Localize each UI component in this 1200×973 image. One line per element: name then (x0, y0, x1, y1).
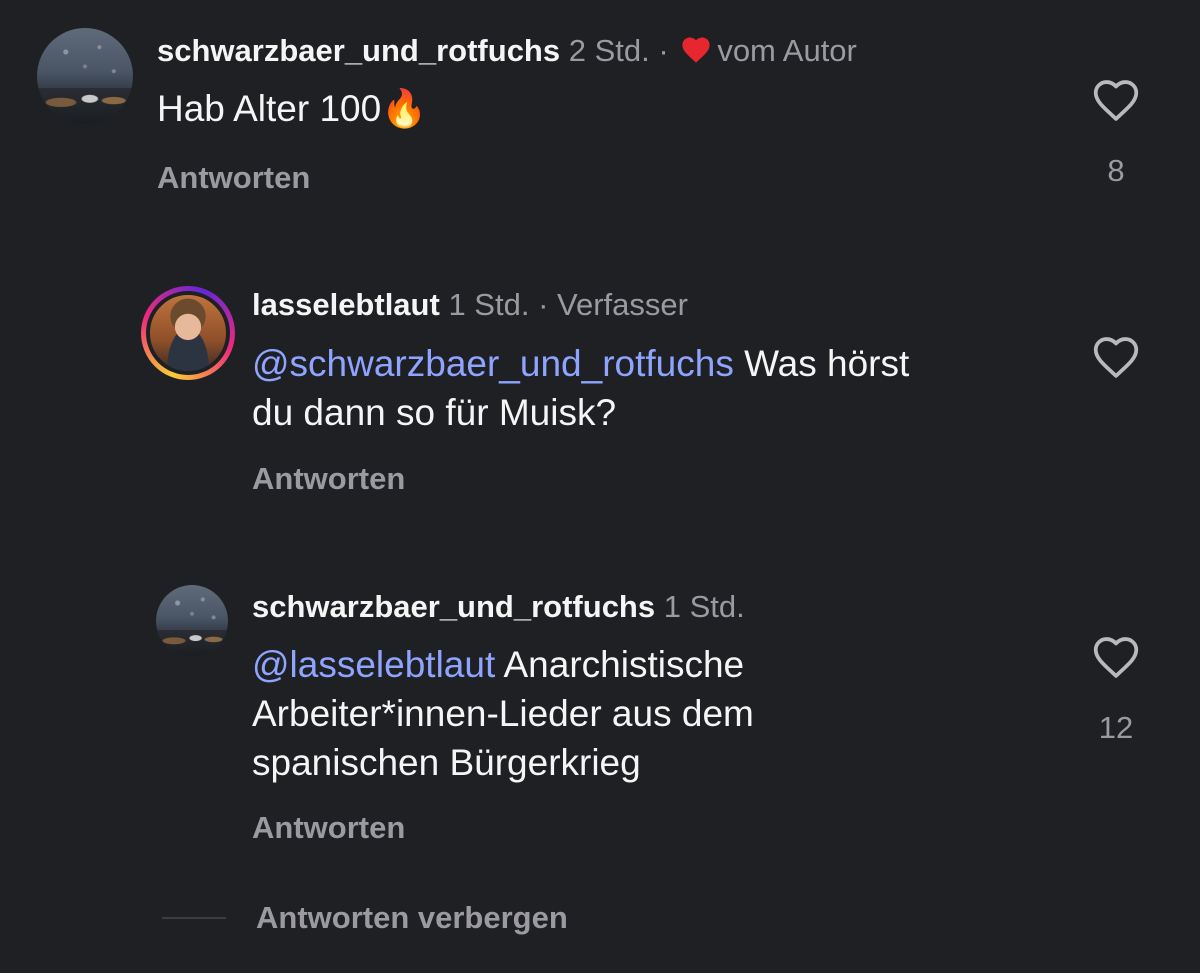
heart-filled-icon (679, 34, 713, 72)
divider (162, 917, 226, 919)
username[interactable]: schwarzbaer_und_rotfuchs (252, 589, 655, 624)
like-column: 12 (1086, 633, 1146, 746)
comment-header: lasselebtlaut 1 Std. · Verfasser (252, 287, 688, 323)
comment-text-line: Arbeiter*innen-Lieder aus dem (252, 693, 754, 734)
avatar[interactable] (141, 286, 235, 380)
comment-thread: schwarzbaer_und_rotfuchs 2 Std. · vom Au… (0, 0, 1200, 973)
like-column: 8 (1086, 76, 1146, 189)
avatar[interactable] (156, 585, 228, 657)
comment-text-content: Hab Alter 100 (157, 88, 382, 129)
fire-emoji: 🔥 (381, 88, 428, 129)
timestamp: 1 Std. (663, 589, 745, 624)
comment-header: schwarzbaer_und_rotfuchs 2 Std. · vom Au… (157, 33, 857, 72)
hide-replies-label[interactable]: Antworten verbergen (256, 900, 568, 936)
separator: · (538, 287, 549, 322)
mention-link[interactable]: @lasselebtlaut (252, 644, 495, 685)
comment-text: @schwarzbaer_und_rotfuchs Was hörst du d… (252, 339, 1052, 437)
comment-text-line: spanischen Bürgerkrieg (252, 742, 641, 783)
comment-text: @lasselebtlaut Anarchistische Arbeiter*i… (252, 640, 1052, 787)
like-count: 8 (1107, 153, 1125, 188)
username[interactable]: lasselebtlaut (252, 287, 440, 322)
author-badge: Verfasser (557, 287, 688, 322)
like-column (1086, 333, 1146, 410)
hide-replies-button[interactable]: Antworten verbergen (162, 900, 568, 936)
reply-button[interactable]: Antworten (157, 160, 310, 196)
separator: · (658, 33, 669, 68)
author-badge: vom Autor (717, 33, 857, 68)
avatar[interactable] (37, 28, 133, 124)
like-count: 12 (1098, 710, 1134, 745)
username[interactable]: schwarzbaer_und_rotfuchs (157, 33, 560, 68)
reply-button[interactable]: Antworten (252, 810, 405, 846)
heart-outline-icon[interactable] (1086, 633, 1146, 684)
timestamp: 2 Std. (568, 33, 650, 68)
heart-outline-icon[interactable] (1086, 333, 1146, 384)
comment-text-line: Anarchistische (503, 644, 745, 685)
heart-outline-icon[interactable] (1086, 76, 1146, 127)
mention-link[interactable]: @schwarzbaer_und_rotfuchs (252, 343, 734, 384)
timestamp: 1 Std. (448, 287, 530, 322)
reply-button[interactable]: Antworten (252, 461, 405, 497)
comment-text-line: du dann so für Muisk? (252, 392, 617, 433)
comment-header: schwarzbaer_und_rotfuchs 1 Std. (252, 589, 745, 625)
comment-text: Hab Alter 100🔥 (157, 84, 427, 133)
comment-text-line: Was hörst (744, 343, 910, 384)
